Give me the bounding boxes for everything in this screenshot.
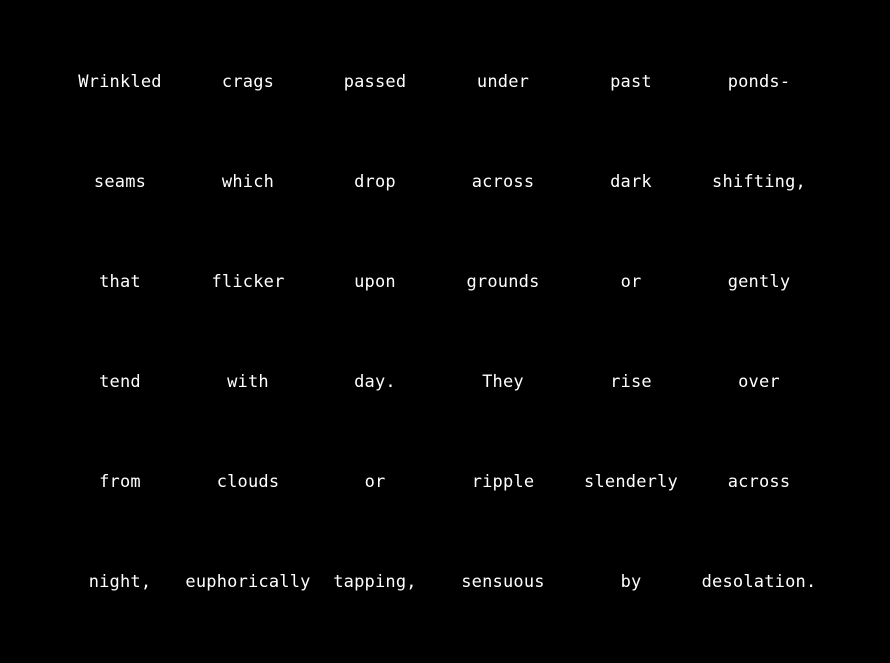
word: from [99,472,141,492]
word: passed [343,72,407,92]
word: by [620,572,642,592]
word: euphorically [185,572,311,592]
word: flicker [211,272,285,292]
word: or [620,272,642,292]
word: drop [354,172,396,192]
word: slenderly [584,472,678,492]
word: tend [99,372,141,392]
word: rise [610,372,652,392]
word: clouds [216,472,280,492]
word: under [476,72,530,92]
word: or [364,472,386,492]
word: grounds [466,272,540,292]
word: seams [93,172,147,192]
word: shifting, [712,172,806,192]
word: ponds- [727,72,791,92]
word: across [471,172,535,192]
word: sensuous [461,572,545,592]
word: that [99,272,141,292]
word: upon [354,272,396,292]
word: dark [610,172,652,192]
word: Wrinkled [78,72,162,92]
word: past [610,72,652,92]
word: crags [221,72,275,92]
word: across [727,472,791,492]
word: night, [88,572,152,592]
word: tapping, [333,572,417,592]
word: with [227,372,269,392]
word: They [482,372,524,392]
word: gently [727,272,791,292]
word: over [738,372,780,392]
word: desolation. [701,572,817,592]
word: ripple [471,472,535,492]
word: day. [354,372,396,392]
word-grid-canvas: Wrinkled crags passed under past ponds- … [0,0,890,663]
word: which [221,172,275,192]
